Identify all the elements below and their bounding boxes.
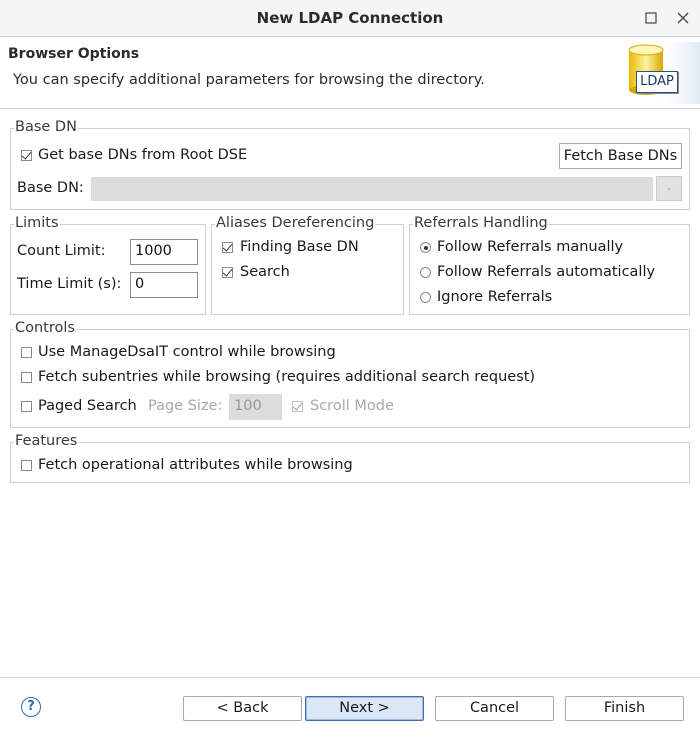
base-dn-field-label: Base DN: (17, 180, 84, 196)
follow-automatically-label: Follow Referrals automatically (437, 264, 656, 280)
page-description: You can specify additional parameters fo… (13, 72, 485, 88)
limits-group (10, 224, 206, 315)
paged-search-checkbox[interactable] (21, 401, 32, 412)
count-limit-input[interactable]: 1000 (130, 239, 198, 265)
search-label: Search (240, 264, 290, 280)
fetch-base-dns-button[interactable]: Fetch Base DNs (559, 143, 682, 169)
features-legend: Features (14, 433, 79, 449)
follow-manually-radio[interactable] (420, 242, 431, 253)
finish-button[interactable]: Finish (565, 696, 684, 721)
ldap-banner-label: LDAP (636, 71, 678, 93)
ignore-referrals-radio[interactable] (420, 292, 431, 303)
finding-base-dn-checkbox[interactable] (222, 242, 233, 253)
manage-dsait-label: Use ManageDsaIT control while browsing (38, 344, 336, 360)
aliases-legend: Aliases Dereferencing (215, 215, 376, 231)
close-icon[interactable] (673, 8, 693, 28)
page-size-input[interactable]: 100 (229, 394, 282, 420)
search-checkbox[interactable] (222, 267, 233, 278)
get-base-dns-checkbox[interactable] (21, 150, 32, 161)
scroll-mode-label: Scroll Mode (310, 398, 394, 414)
paged-search-label: Paged Search (38, 398, 137, 414)
next-button[interactable]: Next > (305, 696, 424, 721)
base-dn-input[interactable] (91, 177, 653, 201)
page-title: Browser Options (8, 46, 140, 62)
window-title: New LDAP Connection (256, 9, 444, 27)
referrals-legend: Referrals Handling (413, 215, 549, 231)
time-limit-label: Time Limit (s): (17, 276, 122, 292)
controls-legend: Controls (14, 320, 76, 336)
time-limit-input[interactable]: 0 (130, 272, 198, 298)
base-dn-legend: Base DN (14, 119, 78, 135)
count-limit-label: Count Limit: (17, 243, 106, 259)
get-base-dns-label: Get base DNs from Root DSE (38, 147, 248, 163)
help-icon[interactable]: ? (21, 697, 41, 717)
footer-separator (0, 677, 700, 678)
back-button[interactable]: < Back (183, 696, 302, 721)
base-dn-browse-button[interactable] (656, 176, 682, 201)
finding-base-dn-label: Finding Base DN (240, 239, 359, 255)
follow-automatically-radio[interactable] (420, 267, 431, 278)
scroll-mode-checkbox[interactable] (292, 401, 303, 412)
limits-legend: Limits (14, 215, 60, 231)
maximize-icon[interactable] (641, 8, 661, 28)
fetch-subentries-label: Fetch subentries while browsing (require… (38, 369, 536, 385)
fetch-operational-checkbox[interactable] (21, 460, 32, 471)
manage-dsait-checkbox[interactable] (21, 347, 32, 358)
cancel-button[interactable]: Cancel (435, 696, 554, 721)
follow-manually-label: Follow Referrals manually (437, 239, 624, 255)
ignore-referrals-label: Ignore Referrals (437, 289, 553, 305)
fetch-subentries-checkbox[interactable] (21, 372, 32, 383)
page-size-label: Page Size: (148, 398, 223, 414)
fetch-operational-label: Fetch operational attributes while brows… (38, 457, 353, 473)
